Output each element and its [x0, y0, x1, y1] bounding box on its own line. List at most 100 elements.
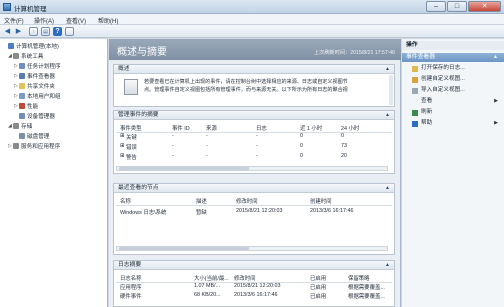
tree-item[interactable]: 磁盘管理: [14, 132, 49, 140]
summary-title: 管理事件的摘要: [118, 112, 159, 118]
tree-item[interactable]: ◢ 存储: [8, 122, 32, 130]
table-cell: -: [206, 143, 208, 149]
column-header[interactable]: 修改时间: [236, 197, 258, 205]
table-cell: -: [256, 133, 258, 139]
maximize-button[interactable]: □: [447, 1, 467, 12]
actions-group-label: 事件查看器: [406, 54, 435, 60]
table-cell: -: [172, 143, 174, 149]
back-icon[interactable]: ◀: [3, 27, 12, 36]
table-cell: 68 KB/20...: [194, 292, 221, 298]
show-hide-tree-icon[interactable]: ▤: [41, 27, 50, 36]
column-header[interactable]: 事件 ID: [172, 124, 190, 132]
folder-open-icon: [412, 65, 418, 72]
recent-header[interactable]: 最近查看的节点 ▲: [114, 184, 394, 193]
tree-item-label: 任务计划程序: [27, 64, 61, 70]
action-item[interactable]: 导入自定义视图...: [402, 86, 504, 95]
table-cell: 2015/8/21 12:20:03: [234, 283, 281, 289]
collapse-arrow-icon[interactable]: ▲: [385, 184, 390, 193]
summary-header[interactable]: 管理事件的摘要 ▲: [114, 111, 394, 120]
tree-item[interactable]: ▷ 任务计划程序: [14, 62, 61, 70]
properties-icon[interactable]: [65, 27, 74, 36]
close-button[interactable]: ✕: [468, 1, 501, 12]
scrollbar-thumb[interactable]: [119, 167, 249, 170]
table-cell: 已启用: [310, 294, 327, 300]
logs-header[interactable]: 日志摘要 ▲: [114, 261, 394, 270]
storage-icon: [13, 123, 19, 129]
tree-item[interactable]: ▷ 本地用户和组: [14, 92, 61, 100]
horizontal-scrollbar[interactable]: [116, 166, 388, 171]
action-item[interactable]: 帮助 ▶: [402, 119, 504, 128]
admin-events-summary: 管理事件的摘要 ▲ 事件类型 事件 ID 来源 日志 近 1 小时 24 小时 关键 - - - 0…: [113, 110, 395, 174]
tree-item[interactable]: ▷ 共享文件夹: [14, 82, 55, 90]
tree-item-label: 共享文件夹: [27, 84, 55, 90]
collapse-arrow-icon[interactable]: ▲: [385, 65, 390, 74]
tree-item[interactable]: ◢ 系统工具: [8, 52, 43, 60]
column-header[interactable]: 事件类型: [120, 124, 142, 132]
action-label: 查看: [421, 98, 433, 104]
spacer-icon: [412, 99, 418, 105]
menu-help[interactable]: 帮助(H): [98, 16, 118, 25]
help-icon[interactable]: ?: [53, 27, 62, 36]
table-cell: -: [256, 153, 258, 159]
action-item[interactable]: 查看 ▶: [402, 97, 504, 106]
action-item[interactable]: 刷新: [402, 108, 504, 117]
table-cell: Windows 日志\系统: [120, 210, 167, 216]
event-log-icon: [124, 79, 138, 95]
up-level-icon[interactable]: ↑: [29, 27, 38, 36]
table-cell: 错误: [126, 145, 137, 151]
scrollbar-thumb[interactable]: [119, 247, 249, 250]
collapse-arrow-icon[interactable]: ▲: [493, 53, 498, 62]
tree-item-label: 磁盘管理: [27, 134, 50, 140]
tree-item-label: 本地用户和组: [27, 94, 61, 100]
tree-item[interactable]: 设备管理器: [14, 112, 55, 120]
expand-row-icon[interactable]: ⊞: [120, 133, 125, 139]
action-item[interactable]: 打开保存的日志...: [402, 64, 504, 73]
table-cell: -: [206, 133, 208, 139]
device-manager-icon: [19, 113, 25, 119]
column-header[interactable]: 已启用: [310, 274, 326, 282]
table-cell: 根据需要覆盖...: [348, 294, 385, 300]
column-header[interactable]: 24 小时: [341, 124, 359, 132]
table-cell: 0: [300, 153, 303, 159]
column-header[interactable]: 描述: [196, 197, 207, 205]
actions-group-event-viewer[interactable]: 事件查看器 ▲: [402, 53, 504, 62]
column-header[interactable]: 修改时间: [234, 274, 256, 282]
clock-icon: [19, 63, 25, 69]
tree-item-label: 事件查看器: [27, 74, 55, 80]
action-item[interactable]: 创建自定义视图...: [402, 75, 504, 84]
collapse-arrow-icon[interactable]: ▲: [385, 261, 390, 270]
table-cell: -: [172, 133, 174, 139]
tree-item-label: 计算机管理(本地): [16, 44, 59, 50]
menu-view[interactable]: 查看(V): [66, 16, 86, 25]
overview-header[interactable]: 概述 ▲: [114, 65, 394, 74]
column-header[interactable]: 近 1 小时: [300, 124, 322, 132]
column-header[interactable]: 保留策略: [348, 274, 370, 282]
column-header[interactable]: 日志: [256, 124, 267, 132]
collapse-arrow-icon[interactable]: ▲: [385, 111, 390, 120]
tree-item-label: 设备管理器: [27, 114, 55, 120]
column-header[interactable]: 日志名称: [120, 274, 142, 282]
expand-row-icon[interactable]: ⊞: [120, 143, 125, 149]
menu-action[interactable]: 操作(A): [34, 16, 54, 25]
table-cell: 硬件事件: [120, 294, 142, 300]
tree-item[interactable]: 计算机管理(本地): [3, 42, 59, 50]
tree-item-label: 存储: [21, 124, 33, 130]
forward-icon[interactable]: ▶: [14, 27, 23, 36]
action-label: 帮助: [421, 120, 433, 126]
column-header[interactable]: 来源: [206, 124, 217, 132]
tree-item[interactable]: ▷ 性能: [14, 102, 38, 110]
minimize-button[interactable]: –: [426, 1, 446, 12]
column-header[interactable]: 创建时间: [310, 197, 332, 205]
menu-file[interactable]: 文件(F): [4, 16, 24, 25]
tree-item[interactable]: ▷ 事件查看器: [14, 72, 55, 80]
submenu-arrow-icon: ▶: [494, 98, 498, 104]
table-cell: 2013/3/6 16:17:46: [310, 208, 354, 214]
column-header[interactable]: 名称: [120, 197, 131, 205]
horizontal-scrollbar[interactable]: [116, 246, 388, 251]
tree-item[interactable]: ▷ 服务和应用程序: [8, 142, 60, 150]
expand-row-icon[interactable]: ⊞: [120, 153, 125, 159]
column-header[interactable]: 大小(当前/最...: [194, 274, 229, 282]
recent-nodes-section: 最近查看的节点 ▲ 名称 描述 修改时间 创建时间 Windows 日志\系统 暂缺 201…: [113, 183, 395, 255]
overview-scrollbar[interactable]: [389, 75, 393, 105]
action-label: 创建自定义视图...: [421, 76, 465, 82]
